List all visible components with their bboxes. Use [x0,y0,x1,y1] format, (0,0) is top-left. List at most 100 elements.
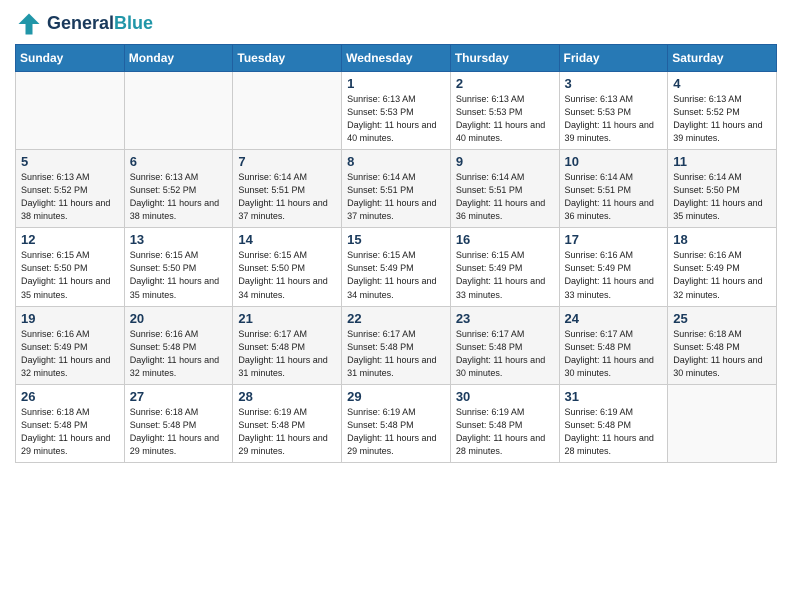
day-number: 11 [673,154,771,169]
calendar-cell: 31 Sunrise: 6:19 AM Sunset: 5:48 PM Dayli… [559,384,668,462]
logo-text: GeneralBlue [47,14,153,34]
day-info: Sunrise: 6:19 AM Sunset: 5:48 PM Dayligh… [347,406,445,458]
day-number: 22 [347,311,445,326]
day-number: 7 [238,154,336,169]
calendar-cell: 6 Sunrise: 6:13 AM Sunset: 5:52 PM Daylig… [124,150,233,228]
page-header: GeneralBlue [15,10,777,38]
calendar-cell: 19Sunrise: 6:16 AM Sunset: 5:49 PM Dayli… [16,306,125,384]
day-number: 31 [565,389,663,404]
day-info: Sunrise: 6:13 AM Sunset: 5:52 PM Dayligh… [21,171,119,223]
calendar-cell: 1 Sunrise: 6:13 AM Sunset: 5:53 PM Daylig… [342,72,451,150]
day-number: 4 [673,76,771,91]
day-number: 23 [456,311,554,326]
calendar-cell: 2 Sunrise: 6:13 AM Sunset: 5:53 PM Daylig… [450,72,559,150]
weekday-header-friday: Friday [559,45,668,72]
calendar-cell [233,72,342,150]
day-number: 8 [347,154,445,169]
day-info: Sunrise: 6:13 AM Sunset: 5:52 PM Dayligh… [673,93,771,145]
day-number: 29 [347,389,445,404]
day-number: 20 [130,311,228,326]
day-number: 12 [21,232,119,247]
calendar-cell: 27 Sunrise: 6:18 AM Sunset: 5:48 PM Dayli… [124,384,233,462]
day-info: Sunrise: 6:19 AM Sunset: 5:48 PM Dayligh… [238,406,336,458]
calendar-cell: 23Sunrise: 6:17 AM Sunset: 5:48 PM Dayli… [450,306,559,384]
day-number: 30 [456,389,554,404]
day-number: 17 [565,232,663,247]
day-info: Sunrise: 6:14 AM Sunset: 5:51 PM Dayligh… [565,171,663,223]
calendar-cell: 28 Sunrise: 6:19 AM Sunset: 5:48 PM Dayli… [233,384,342,462]
day-number: 25 [673,311,771,326]
calendar-cell: 18 Sunrise: 6:16 AM Sunset: 5:49 PM Dayli… [668,228,777,306]
calendar-cell: 25Sunrise: 6:18 AM Sunset: 5:48 PM Dayli… [668,306,777,384]
day-number: 9 [456,154,554,169]
calendar-table: SundayMondayTuesdayWednesdayThursdayFrid… [15,44,777,463]
day-info: Sunrise: 6:16 AM Sunset: 5:49 PM Dayligh… [673,249,771,301]
calendar-cell: 12 Sunrise: 6:15 AM Sunset: 5:50 PM Dayli… [16,228,125,306]
calendar-cell: 4 Sunrise: 6:13 AM Sunset: 5:52 PM Daylig… [668,72,777,150]
day-info: Sunrise: 6:15 AM Sunset: 5:49 PM Dayligh… [347,249,445,301]
weekday-header-thursday: Thursday [450,45,559,72]
day-number: 5 [21,154,119,169]
calendar-cell: 7 Sunrise: 6:14 AM Sunset: 5:51 PM Daylig… [233,150,342,228]
day-number: 3 [565,76,663,91]
day-info: Sunrise: 6:13 AM Sunset: 5:52 PM Dayligh… [130,171,228,223]
day-info: Sunrise: 6:16 AM Sunset: 5:49 PM Dayligh… [565,249,663,301]
weekday-header-saturday: Saturday [668,45,777,72]
calendar-cell: 8 Sunrise: 6:14 AM Sunset: 5:51 PM Daylig… [342,150,451,228]
day-number: 2 [456,76,554,91]
day-number: 16 [456,232,554,247]
day-number: 6 [130,154,228,169]
calendar-cell: 15 Sunrise: 6:15 AM Sunset: 5:49 PM Dayli… [342,228,451,306]
calendar-cell: 16 Sunrise: 6:15 AM Sunset: 5:49 PM Dayli… [450,228,559,306]
day-number: 13 [130,232,228,247]
day-number: 28 [238,389,336,404]
weekday-header-tuesday: Tuesday [233,45,342,72]
day-info: Sunrise: 6:17 AM Sunset: 5:48 PM Dayligh… [238,328,336,380]
calendar-cell [668,384,777,462]
day-info: Sunrise: 6:15 AM Sunset: 5:50 PM Dayligh… [130,249,228,301]
calendar-cell [16,72,125,150]
day-info: Sunrise: 6:15 AM Sunset: 5:49 PM Dayligh… [456,249,554,301]
day-info: Sunrise: 6:16 AM Sunset: 5:48 PM Dayligh… [130,328,228,380]
calendar-cell: 5 Sunrise: 6:13 AM Sunset: 5:52 PM Daylig… [16,150,125,228]
calendar-cell: 13 Sunrise: 6:15 AM Sunset: 5:50 PM Dayli… [124,228,233,306]
day-info: Sunrise: 6:17 AM Sunset: 5:48 PM Dayligh… [347,328,445,380]
day-info: Sunrise: 6:19 AM Sunset: 5:48 PM Dayligh… [456,406,554,458]
logo-icon [15,10,43,38]
day-number: 18 [673,232,771,247]
day-info: Sunrise: 6:14 AM Sunset: 5:51 PM Dayligh… [238,171,336,223]
day-number: 1 [347,76,445,91]
weekday-header-wednesday: Wednesday [342,45,451,72]
day-info: Sunrise: 6:17 AM Sunset: 5:48 PM Dayligh… [565,328,663,380]
calendar-cell: 14Sunrise: 6:15 AM Sunset: 5:50 PM Dayli… [233,228,342,306]
day-number: 14 [238,232,336,247]
day-number: 24 [565,311,663,326]
day-info: Sunrise: 6:14 AM Sunset: 5:51 PM Dayligh… [347,171,445,223]
calendar-cell: 30 Sunrise: 6:19 AM Sunset: 5:48 PM Dayli… [450,384,559,462]
day-number: 15 [347,232,445,247]
day-number: 19 [21,311,119,326]
day-info: Sunrise: 6:14 AM Sunset: 5:51 PM Dayligh… [456,171,554,223]
day-info: Sunrise: 6:14 AM Sunset: 5:50 PM Dayligh… [673,171,771,223]
calendar-cell: 21 Sunrise: 6:17 AM Sunset: 5:48 PM Dayli… [233,306,342,384]
day-number: 10 [565,154,663,169]
day-info: Sunrise: 6:13 AM Sunset: 5:53 PM Dayligh… [347,93,445,145]
day-number: 27 [130,389,228,404]
calendar-cell: 24 Sunrise: 6:17 AM Sunset: 5:48 PM Dayli… [559,306,668,384]
calendar-cell [124,72,233,150]
day-info: Sunrise: 6:15 AM Sunset: 5:50 PM Dayligh… [21,249,119,301]
calendar-cell: 10 Sunrise: 6:14 AM Sunset: 5:51 PM Dayli… [559,150,668,228]
calendar-cell: 29 Sunrise: 6:19 AM Sunset: 5:48 PM Dayli… [342,384,451,462]
calendar-cell: 3Sunrise: 6:13 AM Sunset: 5:53 PM Daylig… [559,72,668,150]
calendar-cell: 9 Sunrise: 6:14 AM Sunset: 5:51 PM Daylig… [450,150,559,228]
calendar-cell: 17 Sunrise: 6:16 AM Sunset: 5:49 PM Dayli… [559,228,668,306]
day-info: Sunrise: 6:19 AM Sunset: 5:48 PM Dayligh… [565,406,663,458]
calendar-cell: 11 Sunrise: 6:14 AM Sunset: 5:50 PM Dayli… [668,150,777,228]
logo: GeneralBlue [15,10,153,38]
day-number: 26 [21,389,119,404]
day-info: Sunrise: 6:13 AM Sunset: 5:53 PM Dayligh… [456,93,554,145]
calendar-cell: 26 Sunrise: 6:18 AM Sunset: 5:48 PM Dayli… [16,384,125,462]
day-number: 21 [238,311,336,326]
day-info: Sunrise: 6:18 AM Sunset: 5:48 PM Dayligh… [130,406,228,458]
day-info: Sunrise: 6:18 AM Sunset: 5:48 PM Dayligh… [21,406,119,458]
